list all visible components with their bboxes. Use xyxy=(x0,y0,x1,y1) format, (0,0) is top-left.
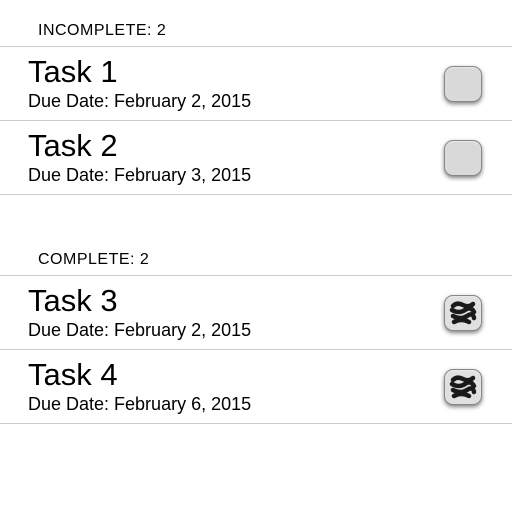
task-row[interactable]: Task 1 Due Date: February 2, 2015 xyxy=(0,46,512,120)
checkbox-unchecked-icon[interactable] xyxy=(444,66,482,102)
task-due-date: Due Date: February 2, 2015 xyxy=(28,91,251,112)
complete-section: Task 3 Due Date: February 2, 2015 Task 4… xyxy=(0,275,512,424)
section-header-complete: COMPLETE: 2 xyxy=(0,251,512,275)
task-due-date: Due Date: February 3, 2015 xyxy=(28,165,251,186)
task-info: Task 3 Due Date: February 2, 2015 xyxy=(28,284,251,341)
task-info: Task 2 Due Date: February 3, 2015 xyxy=(28,129,251,186)
checkbox-unchecked-icon[interactable] xyxy=(444,140,482,176)
scribble-mark-icon xyxy=(449,374,477,400)
section-gap xyxy=(0,195,512,251)
checkbox-checked-icon[interactable] xyxy=(444,369,482,405)
section-header-incomplete: INCOMPLETE: 2 xyxy=(0,22,512,46)
task-due-date: Due Date: February 6, 2015 xyxy=(28,394,251,415)
task-row[interactable]: Task 3 Due Date: February 2, 2015 xyxy=(0,275,512,349)
task-list: INCOMPLETE: 2 Task 1 Due Date: February … xyxy=(0,0,512,424)
task-info: Task 4 Due Date: February 6, 2015 xyxy=(28,358,251,415)
task-title: Task 4 xyxy=(28,358,251,392)
task-title: Task 3 xyxy=(28,284,251,318)
task-row[interactable]: Task 2 Due Date: February 3, 2015 xyxy=(0,120,512,195)
task-due-date: Due Date: February 2, 2015 xyxy=(28,320,251,341)
incomplete-section: Task 1 Due Date: February 2, 2015 Task 2… xyxy=(0,46,512,195)
checkbox-checked-icon[interactable] xyxy=(444,295,482,331)
task-info: Task 1 Due Date: February 2, 2015 xyxy=(28,55,251,112)
task-title: Task 1 xyxy=(28,55,251,89)
task-row[interactable]: Task 4 Due Date: February 6, 2015 xyxy=(0,349,512,424)
scribble-mark-icon xyxy=(449,300,477,326)
task-title: Task 2 xyxy=(28,129,251,163)
